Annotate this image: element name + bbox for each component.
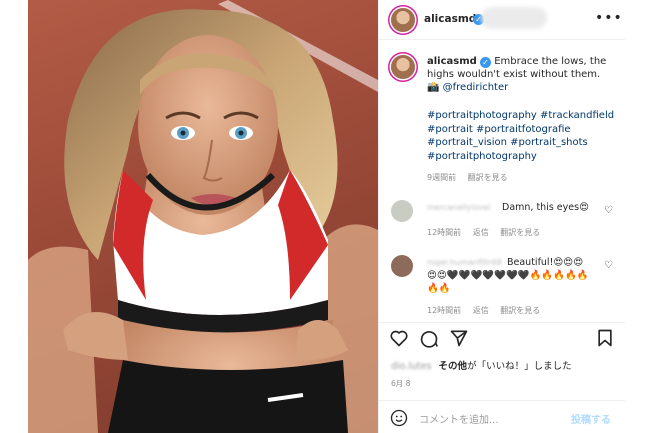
post-caption: alicasmd ✓ Embrace the lows, the highs w…	[427, 55, 617, 94]
reply-link[interactable]: 返信	[473, 228, 489, 237]
commenter-avatar[interactable]	[391, 200, 413, 222]
caption-meta: 9週間前 翻訳を見る	[427, 172, 517, 183]
comment-input[interactable]: コメントを追加...	[419, 411, 499, 426]
emoji-icon[interactable]	[390, 409, 408, 427]
caption-age: 9週間前	[427, 173, 457, 182]
comment-age: 12時間前	[427, 306, 462, 315]
comment-icon[interactable]	[419, 328, 439, 348]
verified-badge-icon: ✓	[480, 57, 491, 68]
see-translation-link[interactable]: 翻訳を見る	[500, 228, 540, 237]
post-comment-button[interactable]: 投稿する	[571, 411, 611, 426]
others-link[interactable]: その他	[439, 361, 468, 372]
comment-composer: コメントを追加... 投稿する	[379, 400, 625, 433]
likes-summary: dio.lutes その他が「いいね！」しました	[391, 358, 572, 372]
post-side-panel: alicasmd ✓ ••• alicasmd ✓ Embrace the lo…	[378, 0, 625, 433]
comment-text: Damn, this eyes😍	[502, 202, 589, 213]
likes-suffix: が「いいね！」しました	[467, 361, 572, 372]
camera-icon: 📸	[427, 82, 440, 93]
heart-icon[interactable]	[389, 328, 409, 348]
comment-age: 12時間前	[427, 228, 462, 237]
comment-text: Beautiful!😍😍😍😍😍🖤🖤🖤🖤🖤🖤🖤🔥🔥🔥🔥🔥🔥🔥	[427, 257, 589, 294]
more-icon[interactable]: •••	[595, 10, 623, 26]
see-translation-link[interactable]: 翻訳を見る	[468, 173, 508, 182]
post-date: 6月 8	[391, 379, 411, 388]
bookmark-icon[interactable]	[595, 328, 615, 348]
commenter-username[interactable]: mercanallylovel	[427, 203, 490, 212]
comment-meta: 12時間前 返信 翻訳を見る	[427, 227, 549, 238]
portrait-illustration	[28, 0, 378, 433]
reply-link[interactable]: 返信	[473, 306, 489, 315]
author-avatar[interactable]	[391, 8, 415, 32]
hashtags[interactable]: #portraitphotography #trackandfield #por…	[427, 109, 617, 163]
photographer-mention[interactable]: @fredirichter	[443, 82, 509, 93]
share-icon[interactable]	[449, 328, 469, 348]
caption-avatar[interactable]	[391, 55, 415, 79]
caption-username[interactable]: alicasmd	[427, 56, 477, 67]
comment-like-heart-icon[interactable]: ♡	[604, 260, 613, 271]
author-username[interactable]: alicasmd	[424, 13, 476, 25]
follow-button[interactable]	[481, 7, 547, 29]
liker-username[interactable]: dio.lutes	[391, 361, 432, 372]
comment-meta: 12時間前 返信 翻訳を見る	[427, 305, 549, 316]
comment-like-heart-icon[interactable]: ♡	[604, 205, 613, 216]
commenter-avatar[interactable]	[391, 255, 413, 277]
post-header: alicasmd ✓ •••	[379, 0, 625, 40]
post-photo	[28, 0, 378, 433]
instagram-post-viewer: alicasmd ✓ ••• alicasmd ✓ Embrace the lo…	[0, 0, 650, 433]
see-translation-link[interactable]: 翻訳を見る	[500, 306, 540, 315]
action-bar	[379, 322, 625, 352]
